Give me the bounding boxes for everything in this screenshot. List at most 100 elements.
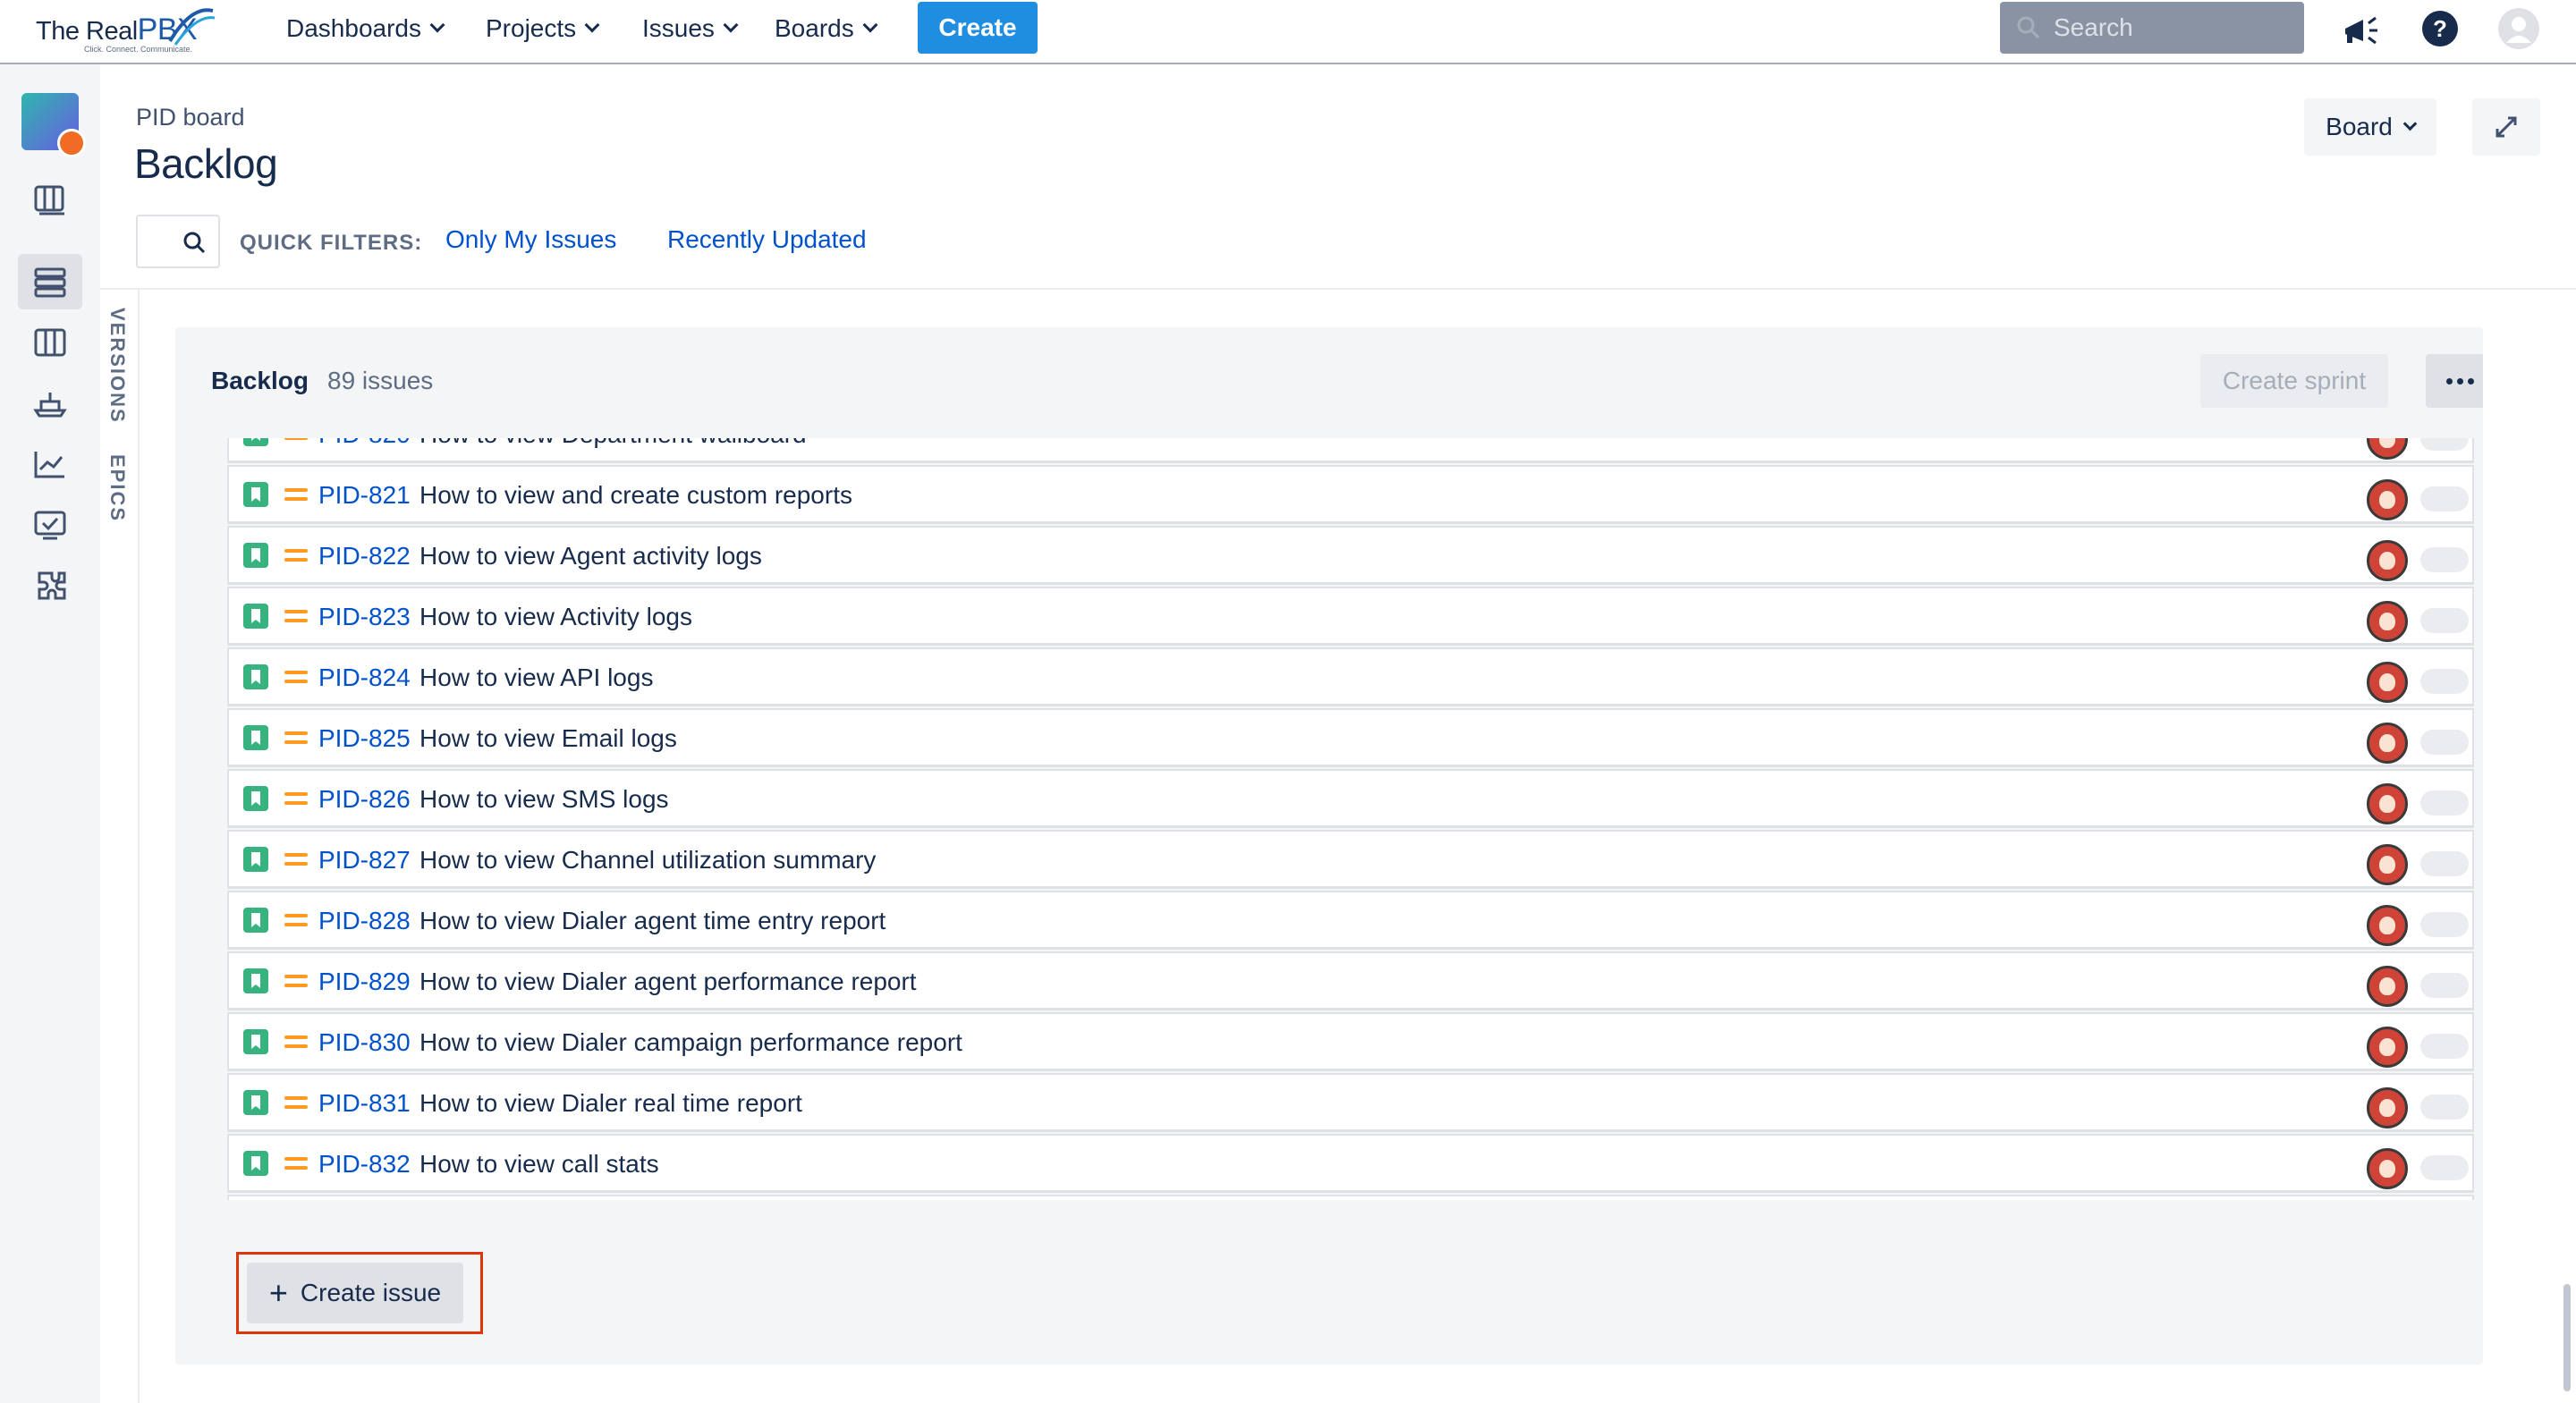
- issue-key[interactable]: PID-828: [318, 907, 411, 935]
- assignee-avatar[interactable]: [2367, 662, 2408, 703]
- sidebar-active-sprints-icon[interactable]: [18, 315, 82, 370]
- breadcrumb[interactable]: PID board: [136, 104, 245, 131]
- issue-key[interactable]: PID-820: [318, 438, 411, 449]
- priority-medium-icon: [284, 1034, 308, 1050]
- priority-medium-icon: [284, 1155, 308, 1171]
- assignee-avatar[interactable]: [2367, 1148, 2408, 1189]
- tab-versions[interactable]: VERSIONS: [106, 308, 129, 424]
- assignee-avatar[interactable]: [2367, 966, 2408, 1007]
- logo-swoosh-icon: [168, 8, 216, 46]
- more-actions-button[interactable]: [2426, 354, 2483, 408]
- issue-key[interactable]: PID-829: [318, 968, 411, 996]
- issue-row[interactable]: PID-820 How to view Department wallboard: [227, 438, 2474, 463]
- page-scrollbar[interactable]: [2563, 1284, 2571, 1391]
- assignee-avatar[interactable]: [2367, 1027, 2408, 1068]
- assignee-avatar[interactable]: [2367, 1087, 2408, 1128]
- filter-only-my-issues[interactable]: Only My Issues: [445, 225, 616, 254]
- nav-issues[interactable]: Issues: [642, 11, 739, 46]
- issue-key[interactable]: PID-822: [318, 542, 411, 570]
- user-avatar-icon[interactable]: [2497, 7, 2540, 50]
- story-icon: [243, 664, 268, 689]
- story-icon: [243, 482, 268, 507]
- assignee-avatar[interactable]: [2367, 905, 2408, 946]
- priority-medium-icon: [284, 973, 308, 989]
- assignee-avatar[interactable]: [2367, 601, 2408, 642]
- issue-key[interactable]: PID-827: [318, 846, 411, 875]
- estimate-badge: [2420, 669, 2469, 694]
- story-icon: [243, 725, 268, 750]
- nav-boards[interactable]: Boards: [775, 11, 878, 46]
- issue-row[interactable]: PID-827 How to view Channel utilization s…: [227, 830, 2474, 889]
- estimate-badge: [2420, 486, 2469, 511]
- issue-row[interactable]: PID-824 How to view API logs: [227, 647, 2474, 706]
- board-dropdown-button[interactable]: Board: [2304, 98, 2436, 156]
- chevron-down-icon: [2402, 116, 2418, 131]
- search-input[interactable]: Search: [2000, 2, 2304, 54]
- issue-key[interactable]: PID-830: [318, 1028, 411, 1057]
- story-icon: [243, 543, 268, 568]
- issue-row[interactable]: PID-831 How to view Dialer real time repo…: [227, 1073, 2474, 1132]
- issue-row[interactable]: PID-826 How to view SMS logs: [227, 769, 2474, 828]
- header-divider: [100, 288, 2576, 290]
- story-icon: [243, 1029, 268, 1054]
- issue-row[interactable]: PID-828 How to view Dialer agent time ent…: [227, 891, 2474, 950]
- issue-key[interactable]: PID-825: [318, 724, 411, 753]
- issue-key[interactable]: PID-832: [318, 1150, 411, 1179]
- fullscreen-button[interactable]: [2472, 98, 2540, 156]
- sidebar-backlog-icon[interactable]: [18, 254, 82, 309]
- issue-summary: How to view API logs: [419, 663, 654, 691]
- search-icon: [2017, 16, 2040, 39]
- issue-summary: How to view call stats: [419, 1150, 659, 1178]
- create-button[interactable]: Create: [918, 2, 1038, 54]
- issue-row[interactable]: PID-837Update smartflo-MS teams integrat…: [227, 1195, 2474, 1200]
- priority-medium-icon: [284, 912, 308, 928]
- sidebar-releases-icon[interactable]: [18, 376, 82, 431]
- sidebar-issues-icon[interactable]: [18, 497, 82, 553]
- sidebar-add-ons-icon[interactable]: [18, 558, 82, 613]
- assignee-avatar[interactable]: [2367, 438, 2408, 460]
- assignee-avatar[interactable]: [2367, 844, 2408, 885]
- issue-key[interactable]: PID-831: [318, 1089, 411, 1118]
- estimate-badge: [2420, 1034, 2469, 1059]
- issue-summary: How to view Dialer campaign performance …: [419, 1028, 962, 1056]
- issue-row[interactable]: PID-830 How to view Dialer campaign perfo…: [227, 1012, 2474, 1071]
- more-dot-icon: [2445, 377, 2453, 385]
- chevron-down-icon: [584, 17, 600, 33]
- issue-row[interactable]: PID-821 How to view and create custom rep…: [227, 465, 2474, 524]
- issue-key[interactable]: PID-821: [318, 481, 411, 510]
- assignee-avatar[interactable]: [2367, 723, 2408, 764]
- sidebar-reports-icon[interactable]: [18, 436, 82, 492]
- sidebar-boards-icon[interactable]: [18, 172, 82, 227]
- filter-recently-updated[interactable]: Recently Updated: [667, 225, 867, 254]
- assignee-avatar[interactable]: [2367, 540, 2408, 581]
- issue-row[interactable]: PID-829 How to view Dialer agent performa…: [227, 951, 2474, 1010]
- priority-medium-icon: [284, 669, 308, 685]
- issue-row[interactable]: PID-823 How to view Activity logs: [227, 587, 2474, 646]
- issue-summary: How to view Dialer agent time entry repo…: [419, 907, 886, 934]
- issue-summary: How to view Channel utilization summary: [419, 846, 877, 874]
- issue-row[interactable]: PID-832 How to view call stats: [227, 1134, 2474, 1193]
- assignee-avatar[interactable]: [2367, 783, 2408, 824]
- project-avatar[interactable]: [21, 93, 86, 157]
- issue-row[interactable]: PID-825 How to view Email logs: [227, 708, 2474, 767]
- notifications-megaphone-icon[interactable]: [2340, 7, 2383, 50]
- story-icon: [243, 1090, 268, 1115]
- help-icon[interactable]: ?: [2419, 7, 2462, 50]
- create-sprint-button[interactable]: Create sprint: [2200, 354, 2388, 408]
- tab-epics[interactable]: EPICS: [106, 454, 129, 522]
- filter-search-input[interactable]: [136, 215, 220, 268]
- nav-dashboards[interactable]: Dashboards: [286, 11, 445, 46]
- issue-key[interactable]: PID-823: [318, 603, 411, 631]
- priority-medium-icon: [284, 438, 308, 442]
- chevron-down-icon: [429, 17, 445, 33]
- issue-row[interactable]: PID-822 How to view Agent activity logs: [227, 526, 2474, 585]
- app-logo[interactable]: The RealPBX Click. Connect. Communicate.: [32, 5, 220, 55]
- nav-projects[interactable]: Projects: [486, 11, 600, 46]
- issue-key[interactable]: PID-824: [318, 663, 411, 692]
- issue-key[interactable]: PID-826: [318, 785, 411, 814]
- assignee-avatar[interactable]: [2367, 479, 2408, 520]
- more-dot-icon: [2456, 377, 2463, 385]
- create-issue-button[interactable]: + Create issue: [247, 1263, 463, 1323]
- backlog-issue-count: 89 issues: [327, 367, 434, 394]
- expand-icon: [2496, 116, 2517, 138]
